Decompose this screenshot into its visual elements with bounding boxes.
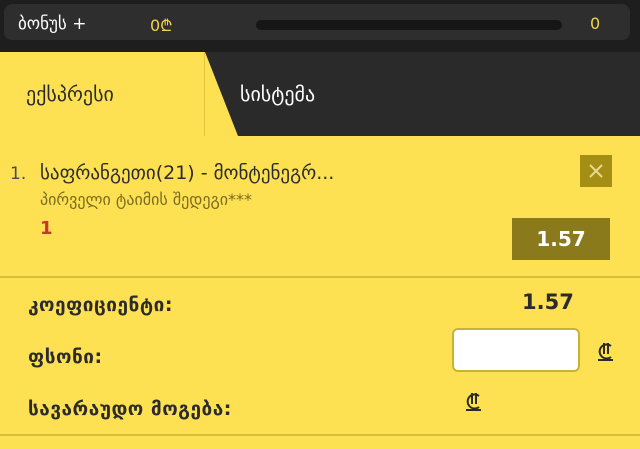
bet-odds: 1.57 — [536, 227, 586, 251]
possible-win-label: სავარაუდო მოგება: — [28, 398, 232, 420]
bonus-amount: 0₾ — [150, 16, 173, 35]
tab-express[interactable]: ექსპრესი — [0, 52, 238, 136]
bet-index: 1. — [10, 164, 27, 184]
bet-card: 1. საფრანგეთი(21) - მონტენეგრ... პირველი… — [0, 136, 640, 278]
stake-label: ფსონი: — [28, 346, 103, 368]
odds-box: 1.57 — [512, 218, 610, 260]
tab-system[interactable]: სისტემა — [240, 82, 315, 106]
tab-divider — [204, 52, 205, 136]
bonus-progress-bar — [256, 20, 562, 30]
bet-market: პირველი ტაიმის შედეგი*** — [40, 190, 253, 209]
coefficient-value: 1.57 — [522, 290, 574, 314]
bonus-pill[interactable]: ბონუს + 0₾ 0 — [4, 4, 630, 40]
betslip-tabs: ექსპრესი სისტემა — [0, 52, 640, 136]
summary-divider — [0, 434, 640, 436]
coefficient-label: კოეფიციენტი: — [28, 294, 173, 316]
bonus-count: 0 — [590, 14, 601, 33]
tab-express-label: ექსპრესი — [26, 82, 114, 106]
bonus-bar: ბონუს + 0₾ 0 — [0, 0, 640, 44]
betslip-summary: კოეფიციენტი: 1.57 ფსონი: სავარაუდო მოგებ… — [0, 278, 640, 449]
bet-match-title: საფრანგეთი(21) - მონტენეგრ... — [40, 162, 335, 184]
lari-icon — [596, 340, 616, 366]
remove-bet-button[interactable] — [580, 155, 612, 187]
lari-icon — [464, 390, 484, 416]
bonus-label: ბონუს + — [18, 14, 87, 34]
close-icon — [589, 164, 603, 178]
stake-input[interactable] — [452, 328, 580, 372]
bet-pick: 1 — [40, 218, 53, 239]
